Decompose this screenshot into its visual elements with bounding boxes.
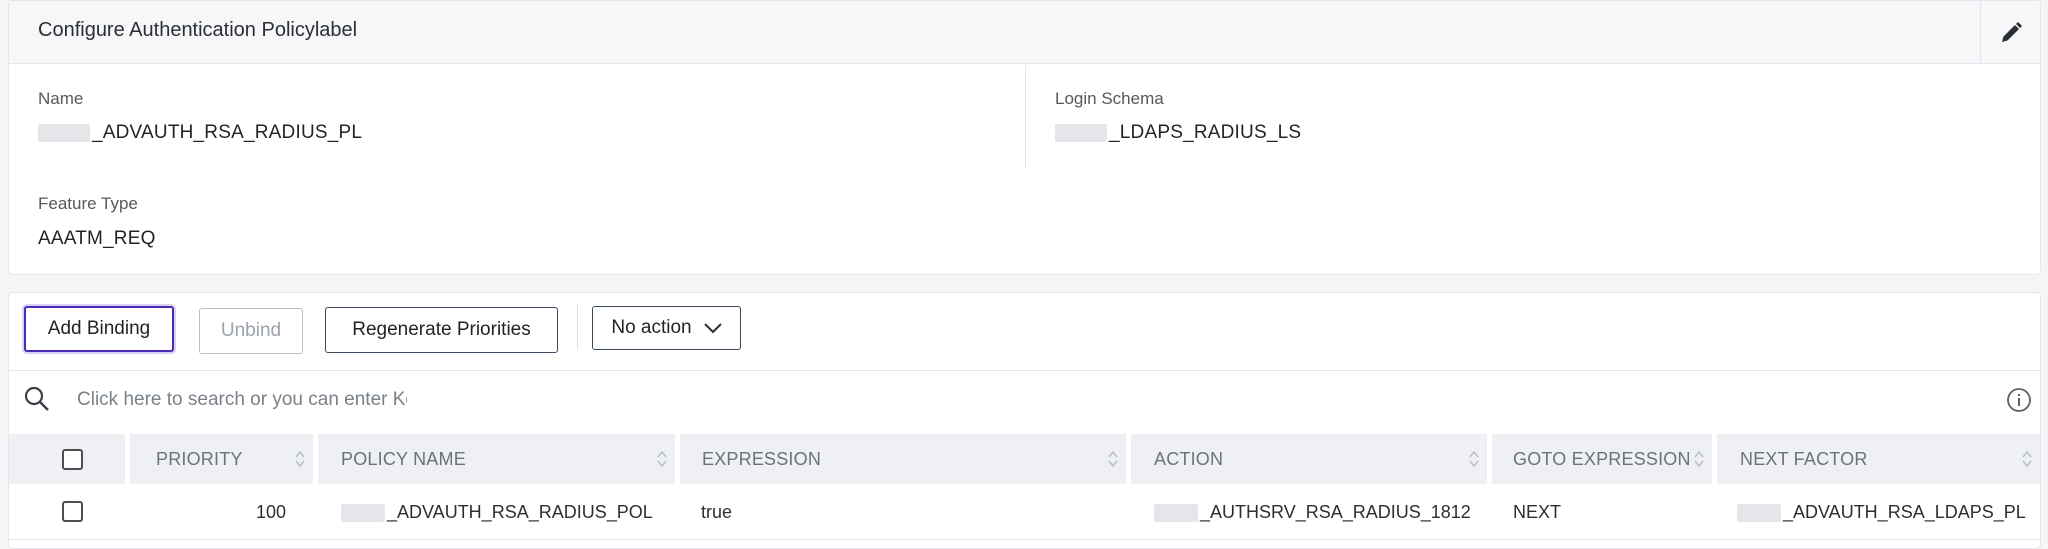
- row-checkbox[interactable]: [62, 501, 83, 522]
- action-header-label: ACTION: [1154, 448, 1224, 469]
- select-all-checkbox[interactable]: [62, 449, 83, 470]
- expression-header-label: EXPRESSION: [702, 448, 822, 469]
- name-value-text: _ADVAUTH_RSA_RADIUS_PL: [92, 122, 363, 143]
- next-factor-text: _ADVAUTH_RSA_LDAPS_PL: [1783, 502, 2026, 522]
- pencil-icon: [2001, 21, 2022, 42]
- search-bar: [9, 370, 2040, 427]
- column-header-priority[interactable]: PRIORITY: [130, 434, 313, 484]
- panel-header: Configure Authentication Policylabel: [9, 1, 2040, 64]
- feature-type-value: AAATM_REQ: [38, 228, 156, 249]
- cell-expression: true: [701, 502, 733, 522]
- table-row[interactable]: 100 _ADVAUTH_RSA_RADIUS_POL true _AUTHSR…: [9, 484, 2040, 540]
- edit-button[interactable]: [1980, 1, 2040, 64]
- bindings-panel: Add Binding Unbind Regenerate Priorities…: [8, 292, 2041, 549]
- column-header-next-factor[interactable]: NEXT FACTOR: [1717, 434, 2040, 484]
- unbind-button[interactable]: Unbind: [199, 308, 303, 354]
- chevron-down-icon: [703, 323, 722, 334]
- panel-title: Configure Authentication Policylabel: [38, 19, 358, 41]
- priority-header-label: PRIORITY: [156, 448, 243, 469]
- search-input[interactable]: [77, 385, 407, 415]
- name-value: _ADVAUTH_RSA_RADIUS_PL: [38, 122, 362, 144]
- cell-next-factor[interactable]: _ADVAUTH_RSA_LDAPS_PL: [1737, 502, 2026, 523]
- cell-priority: 100: [255, 502, 286, 522]
- action-select[interactable]: No action: [592, 306, 741, 350]
- info-icon[interactable]: [2006, 387, 2032, 413]
- action-select-label: No action: [611, 317, 692, 338]
- redacted-block: [341, 504, 385, 523]
- search-icon: [24, 386, 49, 411]
- column-header-policy-name[interactable]: POLICY NAME: [318, 434, 675, 484]
- redacted-block: [1737, 504, 1781, 523]
- policy-name-text: _ADVAUTH_RSA_RADIUS_POL: [387, 502, 653, 522]
- policylabel-config-panel: Configure Authentication Policylabel Nam…: [8, 0, 2041, 275]
- goto-expression-header-label: GOTO EXPRESSION: [1513, 448, 1691, 469]
- sort-icon: [1108, 451, 1118, 467]
- regenerate-priorities-button[interactable]: Regenerate Priorities: [325, 307, 558, 353]
- column-header-expression[interactable]: EXPRESSION: [680, 434, 1126, 484]
- sort-icon: [1469, 451, 1479, 467]
- login-schema-label: Login Schema: [1055, 89, 1164, 108]
- bindings-table: PRIORITY POLICY NAME EXPRESSION ACTION G…: [9, 434, 2040, 540]
- add-binding-button[interactable]: Add Binding: [24, 306, 174, 352]
- sort-icon: [657, 451, 667, 467]
- policy-name-header-label: POLICY NAME: [341, 448, 466, 469]
- sort-icon: [295, 451, 305, 467]
- column-header-action[interactable]: ACTION: [1131, 434, 1487, 484]
- redacted-block: [38, 123, 90, 142]
- toolbar-separator: [577, 303, 578, 349]
- cell-policy-name[interactable]: _ADVAUTH_RSA_RADIUS_POL: [341, 502, 653, 523]
- sort-icon: [1694, 451, 1704, 467]
- next-factor-header-label: NEXT FACTOR: [1740, 448, 1868, 469]
- feature-type-label: Feature Type: [38, 194, 138, 213]
- cell-action[interactable]: _AUTHSRV_RSA_RADIUS_1812: [1154, 502, 1471, 523]
- sort-icon: [2022, 451, 2032, 467]
- cell-goto-expression: NEXT: [1513, 502, 1562, 522]
- redacted-block: [1154, 504, 1198, 523]
- field-divider: [1025, 65, 1026, 169]
- column-header-goto-expression[interactable]: GOTO EXPRESSION: [1492, 434, 1712, 484]
- action-text: _AUTHSRV_RSA_RADIUS_1812: [1200, 502, 1471, 522]
- login-schema-value: _LDAPS_RADIUS_LS: [1055, 122, 1301, 144]
- name-label: Name: [38, 89, 84, 108]
- select-all-header: [9, 434, 125, 484]
- table-header: PRIORITY POLICY NAME EXPRESSION ACTION G…: [9, 434, 2040, 484]
- login-schema-value-text: _LDAPS_RADIUS_LS: [1109, 122, 1302, 143]
- redacted-block: [1055, 123, 1107, 142]
